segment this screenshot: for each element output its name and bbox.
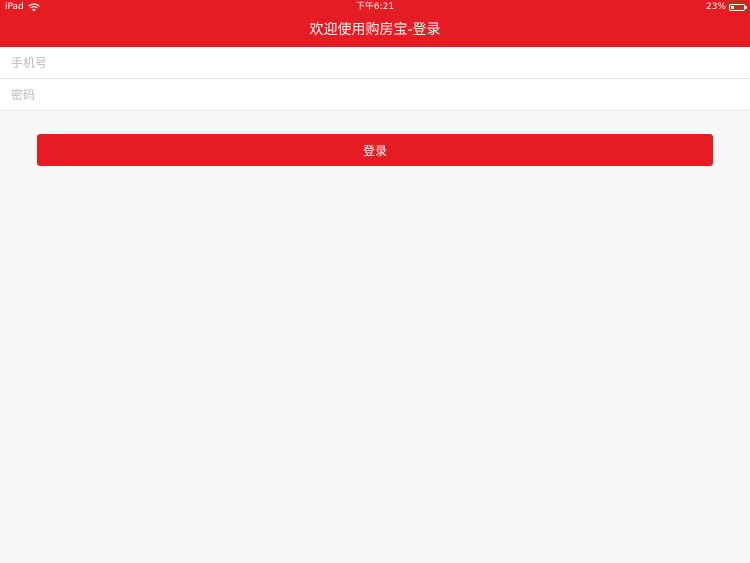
- password-input[interactable]: [11, 87, 731, 102]
- page-title: 欢迎使用购房宝-登录: [309, 22, 441, 38]
- status-right: 23%: [705, 0, 747, 15]
- phone-row: [0, 47, 750, 79]
- password-row: [0, 79, 750, 111]
- status-time: 下午6:21: [355, 2, 395, 12]
- battery-percentage: 23%: [705, 2, 726, 12]
- status-bar: iPad 下午6:21 23%: [0, 0, 750, 15]
- phone-input[interactable]: [11, 55, 731, 70]
- login-form: [0, 47, 750, 111]
- battery-fill: [731, 6, 734, 9]
- login-screen: iPad 下午6:21 23% 欢迎使用购房宝-登录 手机号 登录: [0, 0, 750, 563]
- battery-icon: [729, 4, 747, 11]
- header: iPad 下午6:21 23% 欢迎使用购房宝-登录: [0, 0, 750, 47]
- login-button[interactable]: 登录: [37, 134, 713, 166]
